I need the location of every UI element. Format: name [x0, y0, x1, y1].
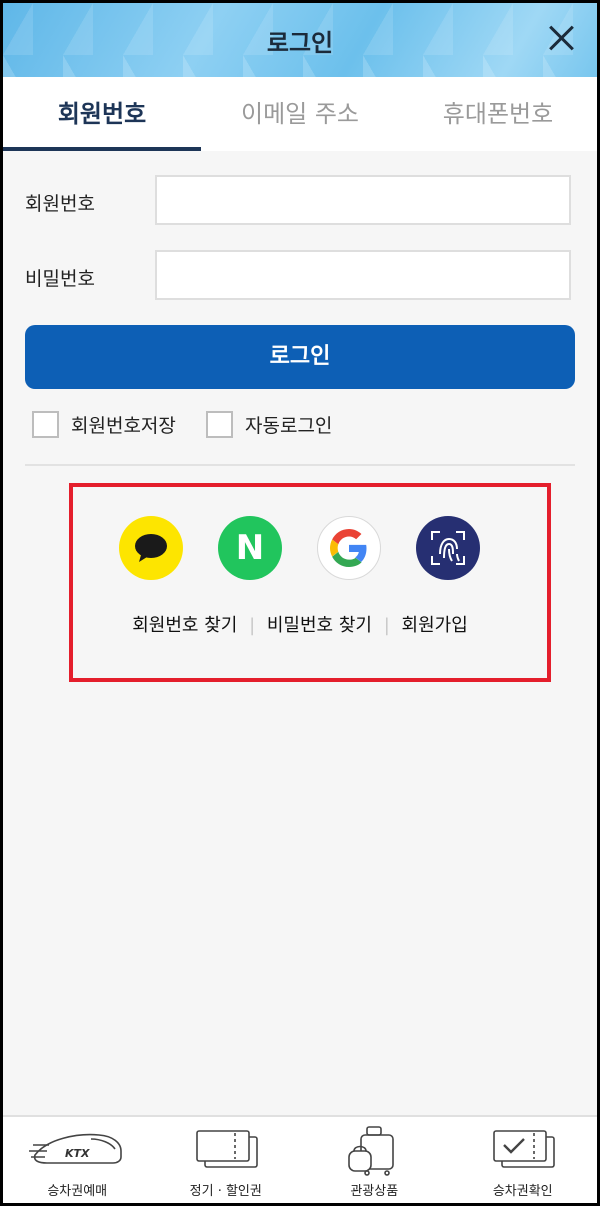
- naver-icon: N: [235, 528, 265, 568]
- kakao-login-button[interactable]: [119, 516, 183, 580]
- biometric-login-button[interactable]: [416, 516, 480, 580]
- member-number-row: 회원번호: [25, 175, 575, 227]
- save-number-option: 회원번호저장: [32, 411, 176, 438]
- login-button[interactable]: 로그인: [25, 325, 575, 389]
- ticket-icon: [195, 1130, 258, 1168]
- kakao-icon: [135, 534, 167, 562]
- nav-label: 관광상품: [350, 1184, 399, 1199]
- login-tabs: 회원번호 이메일 주소 휴대폰번호: [3, 77, 597, 151]
- auto-login-label: 자동로그인: [245, 415, 333, 437]
- nav-ticket-check[interactable]: 승차권확인: [449, 1117, 598, 1203]
- nav-label: 정기 · 할인권: [189, 1184, 262, 1199]
- link-separator: |: [383, 615, 390, 636]
- ticket-check-icon: [492, 1130, 555, 1168]
- divider: [25, 464, 575, 466]
- bottom-nav: KTX 승차권예매 정기 · 할인권 관광상품 승차권확인: [3, 1115, 598, 1203]
- page-title: 로그인: [266, 29, 334, 57]
- fingerprint-icon: [431, 531, 465, 565]
- member-number-label: 회원번호: [25, 193, 95, 215]
- naver-login-button[interactable]: N: [218, 516, 282, 580]
- nav-label: 승차권예매: [47, 1184, 108, 1199]
- save-number-label: 회원번호저장: [71, 415, 176, 437]
- password-row: 비밀번호: [25, 250, 575, 302]
- password-label: 비밀번호: [25, 268, 95, 290]
- luggage-icon: [348, 1126, 395, 1176]
- member-number-input[interactable]: [155, 175, 571, 225]
- google-login-button[interactable]: [317, 516, 381, 580]
- tab-phone[interactable]: 휴대폰번호: [399, 77, 597, 151]
- header-bar: 로그인: [3, 3, 597, 77]
- login-screen: 로그인 회원번호 이메일 주소 휴대폰번호 회원번호 비밀번호 로그인 회원번호…: [0, 0, 600, 1206]
- nav-season-discount[interactable]: 정기 · 할인권: [152, 1117, 301, 1203]
- highlight-box: [69, 483, 551, 682]
- svg-text:KTX: KTX: [65, 1147, 90, 1160]
- link-separator: |: [249, 615, 256, 636]
- tab-member-number[interactable]: 회원번호: [3, 77, 201, 151]
- password-input[interactable]: [155, 250, 571, 300]
- train-icon: KTX: [29, 1133, 123, 1164]
- auto-login-option: 자동로그인: [206, 411, 332, 438]
- tab-email[interactable]: 이메일 주소: [201, 77, 399, 151]
- signup-link[interactable]: 회원가입: [402, 615, 468, 636]
- account-links: 회원번호 찾기 | 비밀번호 찾기 | 회원가입: [3, 611, 597, 637]
- nav-tour-products[interactable]: 관광상품: [300, 1117, 449, 1203]
- nav-label: 승차권확인: [492, 1184, 553, 1199]
- find-password-link[interactable]: 비밀번호 찾기: [267, 615, 372, 636]
- auto-login-checkbox[interactable]: [206, 411, 233, 438]
- find-member-number-link[interactable]: 회원번호 찾기: [132, 615, 237, 636]
- save-number-checkbox[interactable]: [32, 411, 59, 438]
- google-icon: [330, 529, 367, 567]
- close-icon[interactable]: [545, 21, 579, 55]
- nav-ticket-booking[interactable]: KTX 승차권예매: [3, 1117, 152, 1203]
